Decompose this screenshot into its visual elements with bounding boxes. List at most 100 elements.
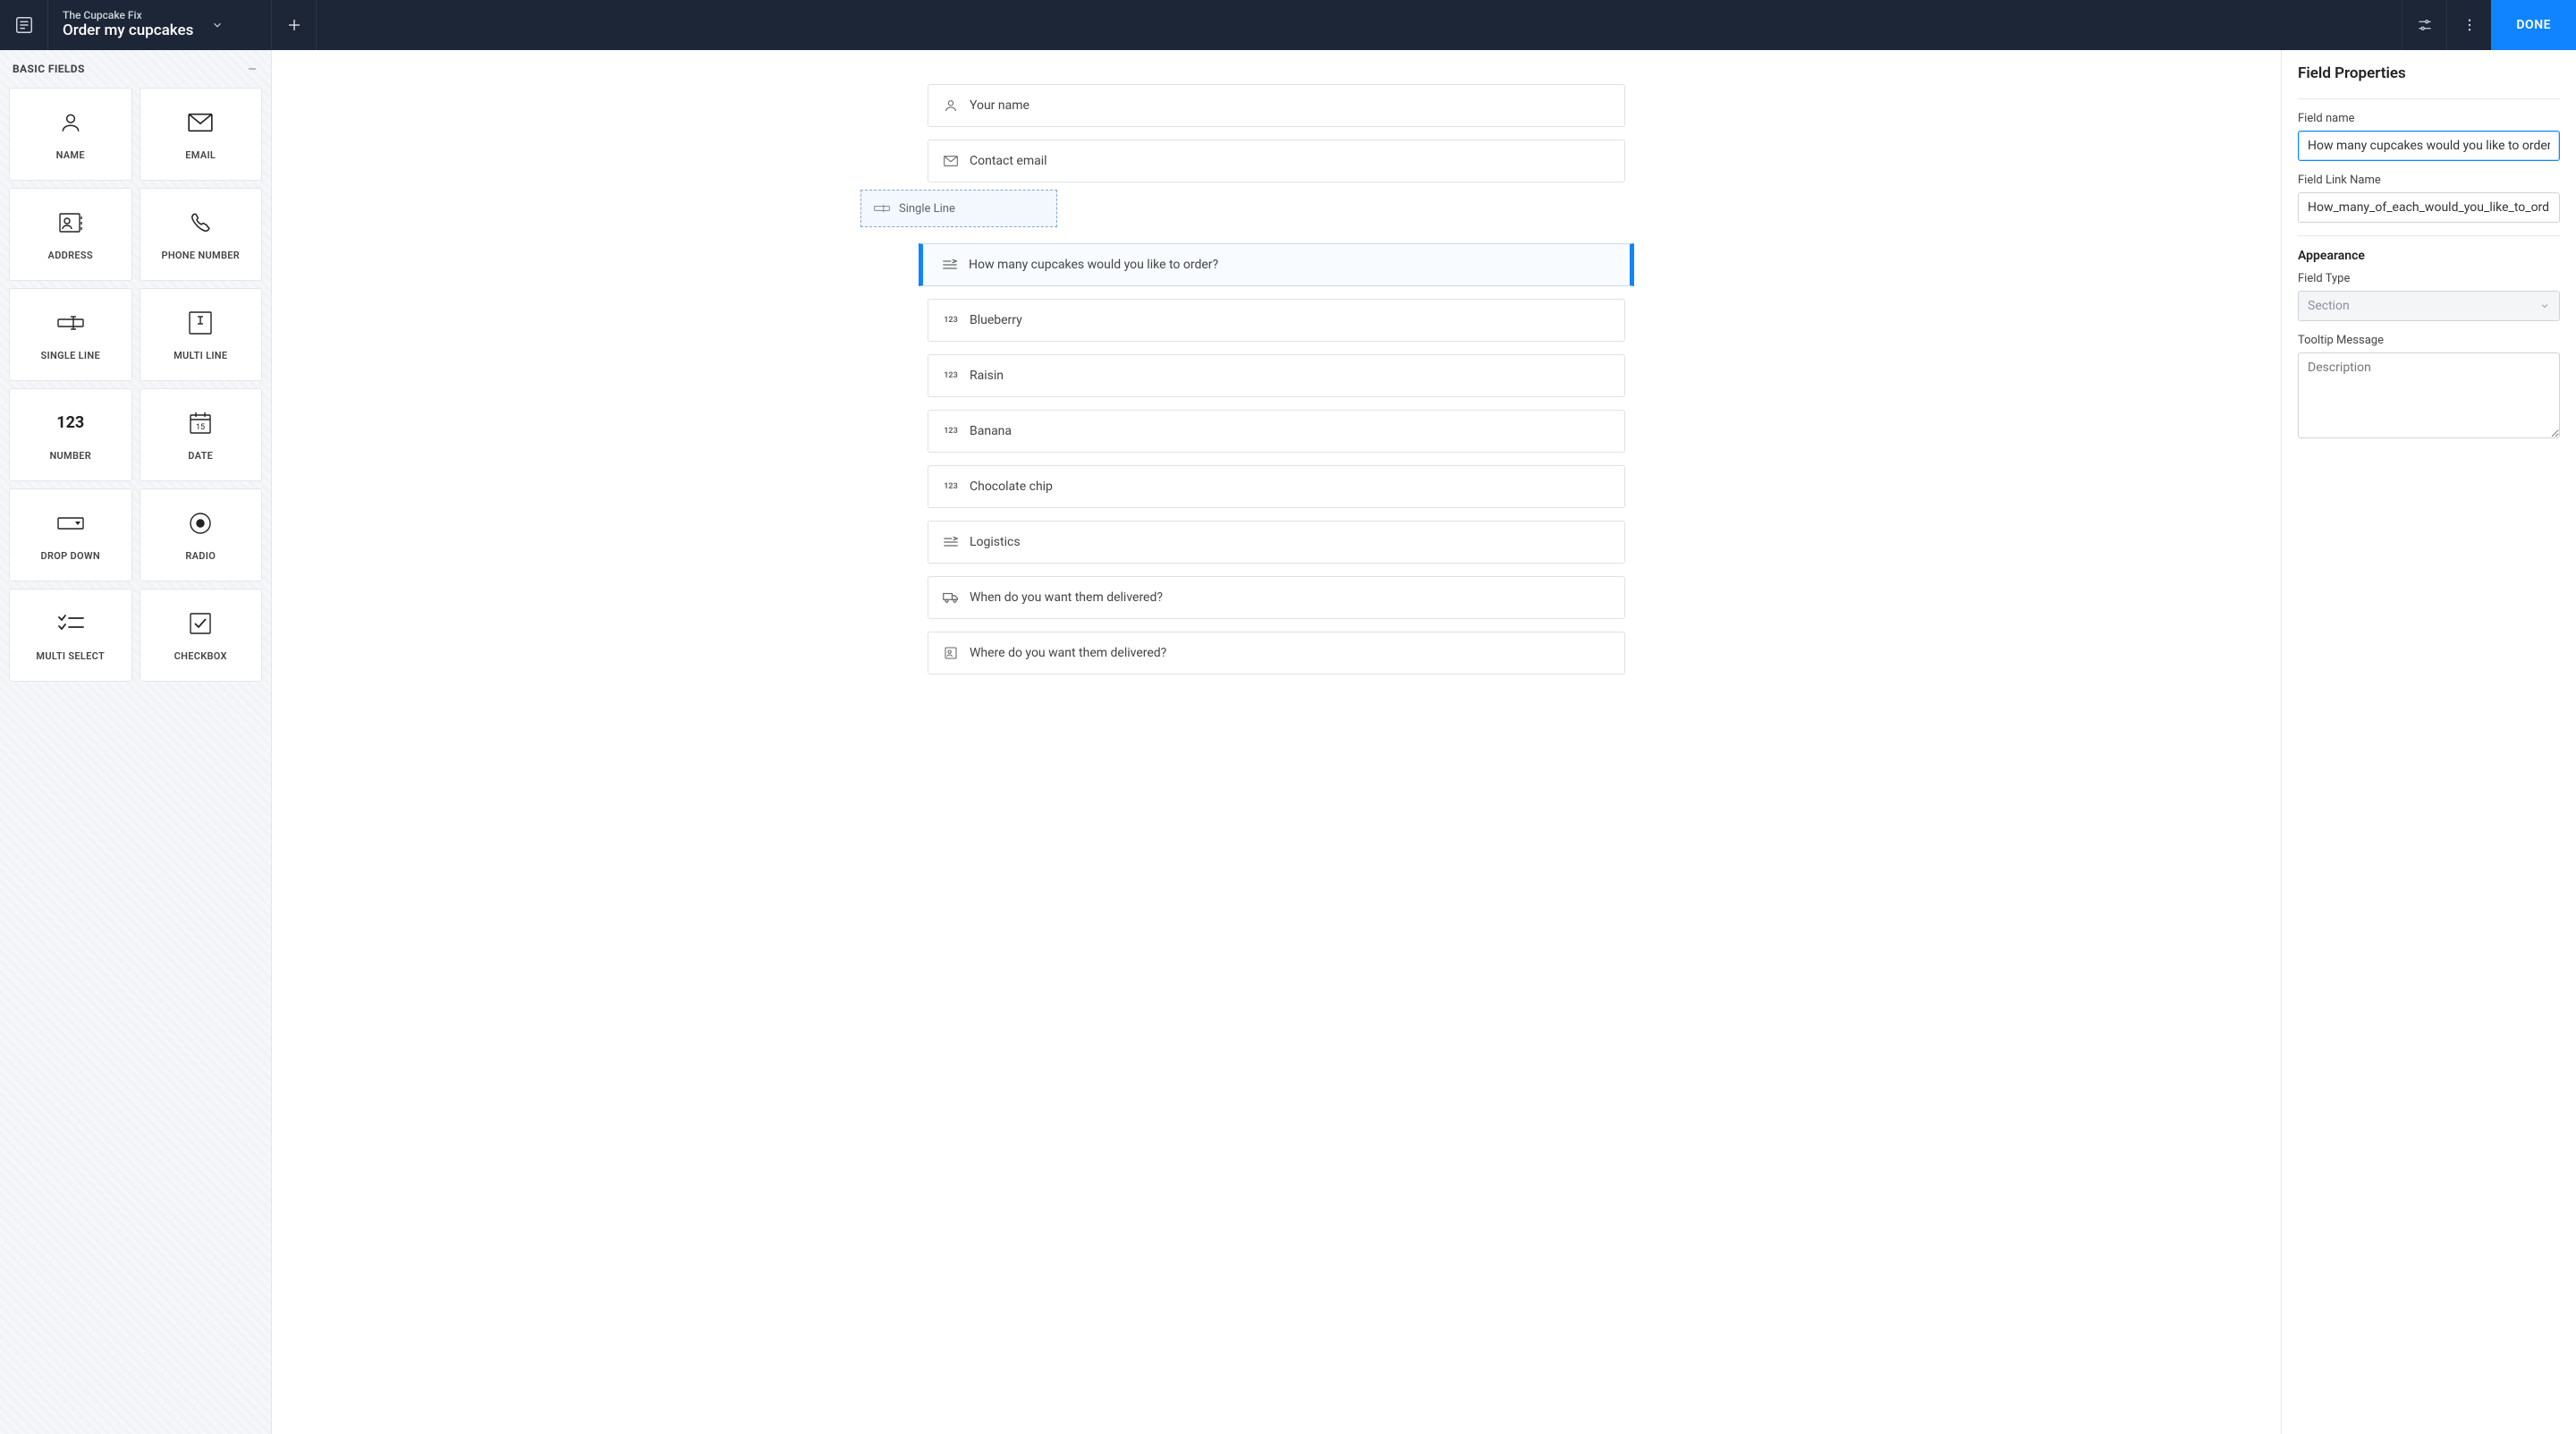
field-delivery-address[interactable]: Where do you want them delivered?	[928, 632, 1625, 675]
drag-placeholder-label: Single Line	[899, 202, 955, 216]
dropdown-icon	[57, 509, 84, 538]
phone-icon	[189, 208, 212, 237]
palette-email[interactable]: EMAIL	[140, 88, 263, 181]
field-label: Chocolate chip	[970, 479, 1053, 494]
field-contact-email[interactable]: Contact email	[928, 140, 1625, 182]
palette-phone[interactable]: PHONE NUMBER	[140, 188, 263, 281]
field-banana[interactable]: 123 Banana	[928, 410, 1625, 453]
field-raisin[interactable]: 123 Raisin	[928, 354, 1625, 397]
palette-label: DROP DOWN	[41, 550, 100, 562]
palette-label: MULTI LINE	[174, 350, 227, 361]
field-properties-panel: Field Properties Field name Field Link N…	[2281, 50, 2576, 1434]
section-icon	[943, 536, 959, 548]
palette-dropdown[interactable]: DROP DOWN	[9, 488, 132, 581]
person-icon	[943, 98, 959, 113]
checklist-icon	[57, 609, 84, 638]
field-type-select[interactable]: Section	[2298, 291, 2560, 321]
palette-label: PHONE NUMBER	[161, 250, 240, 261]
palette-label: ADDRESS	[48, 250, 93, 261]
field-label: Where do you want them delivered?	[970, 646, 1166, 660]
field-name-input[interactable]	[2298, 131, 2560, 161]
palette-label: EMAIL	[185, 149, 216, 161]
palette-label: DATE	[188, 450, 213, 462]
field-link-name-input[interactable]	[2298, 192, 2560, 223]
palette-label: RADIO	[185, 550, 216, 562]
palette-label: SINGLE LINE	[41, 350, 100, 361]
chevron-down-icon	[2539, 301, 2550, 311]
section-icon	[942, 259, 958, 271]
collapse-icon[interactable]	[246, 63, 258, 75]
divider	[2298, 235, 2560, 236]
field-chocolate-chip[interactable]: 123 Chocolate chip	[928, 465, 1625, 508]
address-icon	[943, 646, 959, 660]
divider	[2298, 98, 2560, 99]
tooltip-message-label: Tooltip Message	[2298, 334, 2560, 347]
palette-number[interactable]: 123 NUMBER	[9, 388, 132, 481]
palette-multiselect[interactable]: MULTI SELECT	[9, 589, 132, 682]
address-card-icon	[58, 208, 83, 237]
number-icon: 123	[56, 409, 84, 437]
drag-placeholder-single-line[interactable]: Single Line	[860, 190, 1057, 227]
field-type-label: Field Type	[2298, 272, 2560, 285]
tooltip-message-input[interactable]	[2298, 352, 2560, 438]
checkbox-icon	[189, 609, 212, 638]
palette-address[interactable]: ADDRESS	[9, 188, 132, 281]
palette-radio[interactable]: RADIO	[140, 488, 263, 581]
palette-single-line[interactable]: SINGLE LINE	[9, 288, 132, 381]
field-label: How many cupcakes would you like to orde…	[969, 258, 1218, 272]
field-palette-sidebar: BASIC FIELDS NAME EMAIL	[0, 50, 272, 1434]
more-vertical-button[interactable]	[2446, 0, 2491, 50]
field-label: Blueberry	[970, 313, 1022, 327]
multi-line-icon	[188, 309, 213, 337]
form-title: Order my cupcakes	[63, 22, 193, 40]
svg-text:15: 15	[196, 423, 205, 432]
mail-icon	[188, 108, 213, 137]
app-subtitle: The Cupcake Fix	[63, 10, 193, 22]
basic-fields-header[interactable]: BASIC FIELDS	[0, 50, 271, 81]
add-form-button[interactable]	[272, 0, 317, 50]
palette-multi-line[interactable]: MULTI LINE	[140, 288, 263, 381]
palette-date[interactable]: 15 DATE	[140, 388, 263, 481]
palette-label: NAME	[56, 149, 85, 161]
radio-icon	[189, 509, 212, 538]
field-label: Raisin	[970, 369, 1004, 383]
field-your-name[interactable]: Your name	[928, 84, 1625, 127]
palette-label: NUMBER	[49, 450, 91, 462]
panel-title: Field Properties	[2298, 64, 2560, 82]
truck-icon	[943, 591, 959, 604]
palette-name[interactable]: NAME	[9, 88, 132, 181]
app-logo-icon[interactable]	[0, 0, 48, 50]
palette-label: CHECKBOX	[174, 650, 227, 662]
field-label: When do you want them delivered?	[970, 590, 1163, 605]
basic-fields-title: BASIC FIELDS	[13, 63, 85, 75]
field-label: Logistics	[970, 535, 1021, 549]
number-icon: 123	[943, 427, 959, 436]
field-label: Banana	[970, 424, 1012, 438]
palette-checkbox[interactable]: CHECKBOX	[140, 589, 263, 682]
palette-label: MULTI SELECT	[36, 650, 105, 662]
number-icon: 123	[943, 482, 959, 491]
field-how-many-cupcakes[interactable]: How many cupcakes would you like to orde…	[919, 243, 1634, 286]
appearance-title: Appearance	[2298, 249, 2560, 263]
person-icon	[59, 108, 82, 137]
number-icon: 123	[943, 316, 959, 325]
done-button[interactable]: DONE	[2491, 0, 2576, 50]
field-blueberry[interactable]: 123 Blueberry	[928, 299, 1625, 342]
field-link-name-label: Field Link Name	[2298, 174, 2560, 187]
form-canvas: Your name Contact email Single Line H	[272, 50, 2281, 1434]
field-logistics[interactable]: Logistics	[928, 521, 1625, 564]
number-icon: 123	[943, 371, 959, 380]
single-line-icon	[57, 309, 84, 337]
form-title-block[interactable]: The Cupcake Fix Order my cupcakes	[48, 0, 272, 50]
calendar-icon: 15	[188, 409, 213, 437]
mail-icon	[943, 155, 959, 167]
settings-sliders-button[interactable]	[2402, 0, 2446, 50]
chevron-down-icon[interactable]	[211, 19, 224, 31]
field-type-value: Section	[2308, 299, 2350, 313]
field-label: Contact email	[970, 154, 1047, 168]
field-name-label: Field name	[2298, 112, 2560, 125]
field-label: Your name	[970, 98, 1030, 113]
field-delivery-date[interactable]: When do you want them delivered?	[928, 576, 1625, 619]
topbar: The Cupcake Fix Order my cupcakes DONE	[0, 0, 2576, 50]
single-line-icon	[874, 203, 890, 214]
